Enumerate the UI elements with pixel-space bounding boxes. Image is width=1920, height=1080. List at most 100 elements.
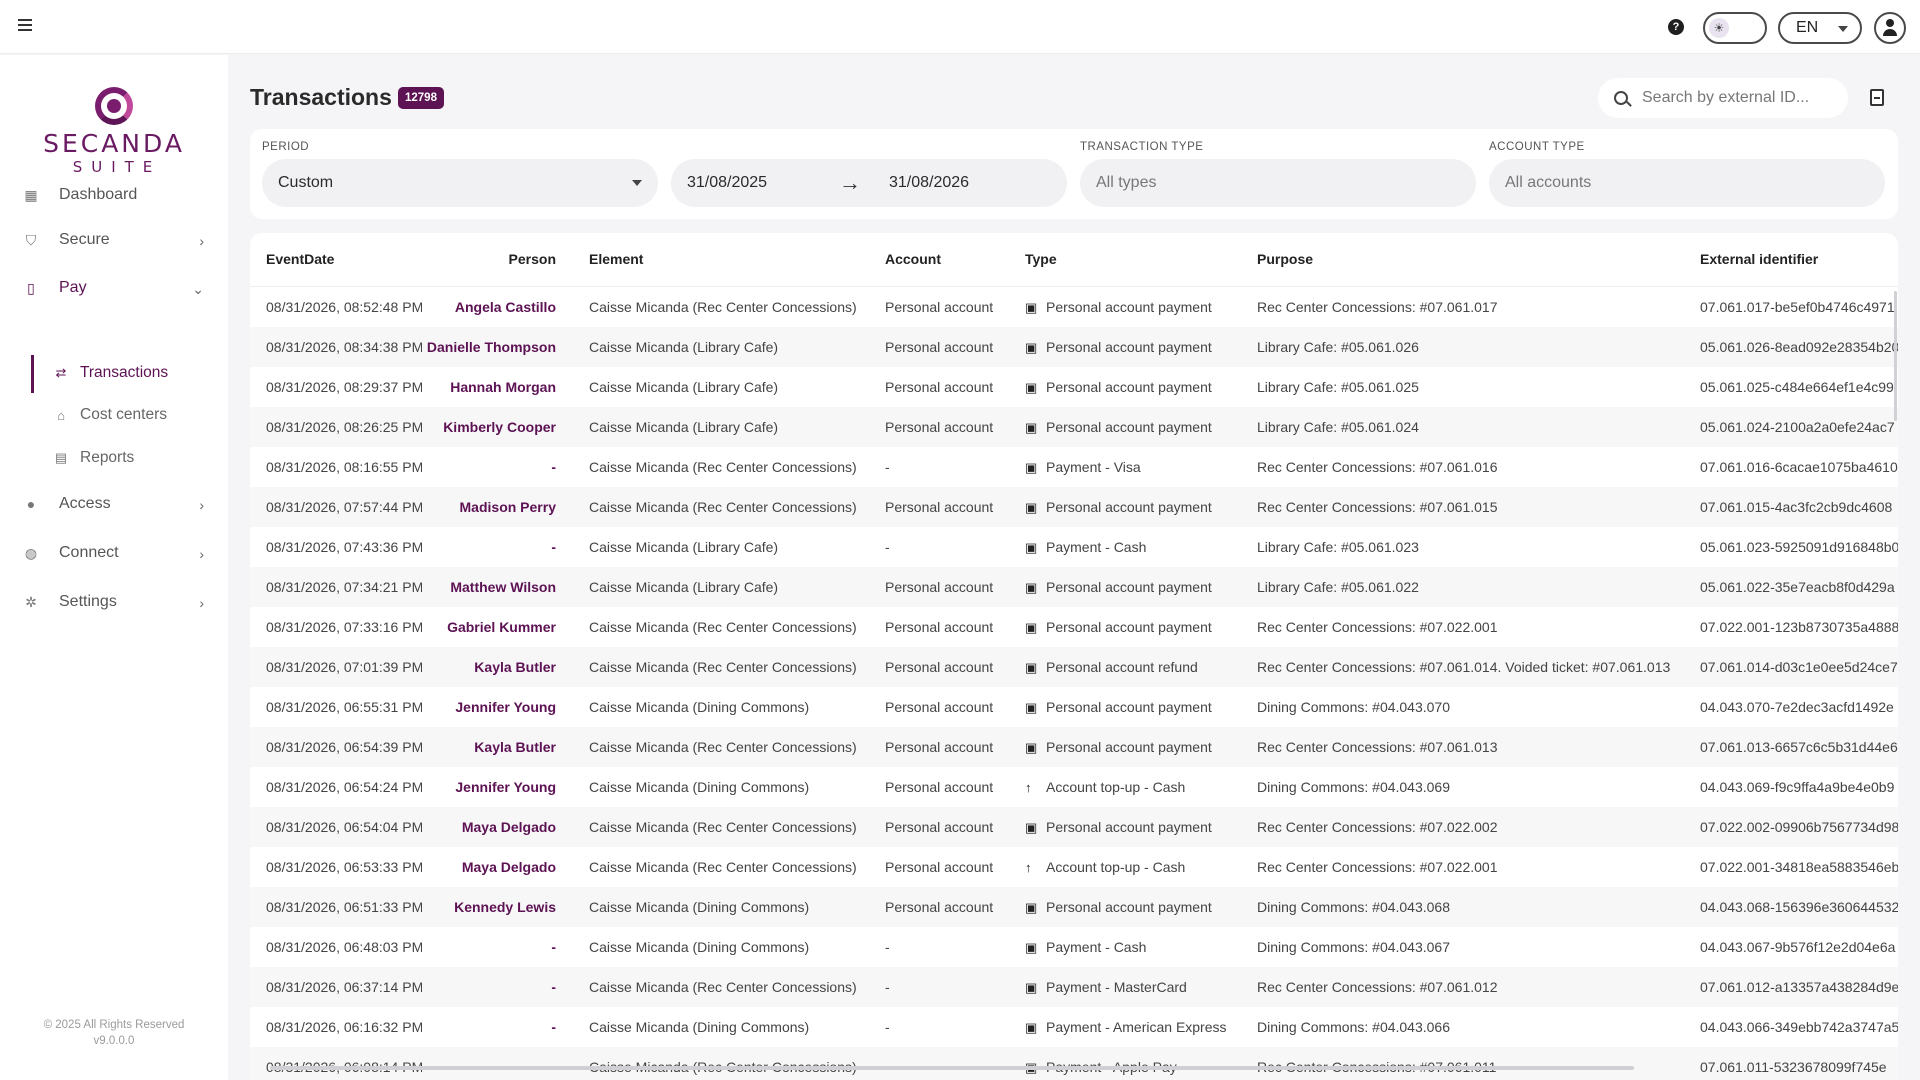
date-range-field[interactable]: 31/08/2025 → 31/08/2026 <box>671 159 1067 207</box>
sidebar-item-cost-centers[interactable]: ⌂ Cost centers <box>54 399 204 431</box>
table-row[interactable]: 08/31/2026, 06:48:03 PM - Caisse Micanda (… <box>250 927 1898 967</box>
column-header-external-identifier[interactable]: External identifier <box>1700 251 1818 267</box>
table-row[interactable]: 08/31/2026, 08:52:48 PM Angela Castillo Ca… <box>250 287 1898 327</box>
sidebar-item-pay[interactable]: ▯ Pay ⌄ <box>24 270 204 306</box>
cell-person[interactable]: Maya Delgado <box>400 819 556 835</box>
cell-person[interactable]: Kayla Butler <box>400 739 556 755</box>
horizontal-scrollbar[interactable] <box>270 1066 1634 1070</box>
cart-icon: ▣ <box>1025 340 1038 355</box>
report-icon: ▤ <box>54 450 68 465</box>
column-header-account[interactable]: Account <box>885 251 941 267</box>
cell-person[interactable]: Angela Castillo <box>400 299 556 315</box>
cell-person[interactable]: Matthew Wilson <box>400 579 556 595</box>
cell-person[interactable]: Hannah Morgan <box>400 379 556 395</box>
version-text: v9.0.0.0 <box>93 1035 135 1047</box>
table-row[interactable]: 08/31/2026, 06:08:14 PM-Caisse Micanda (… <box>250 1047 1898 1080</box>
cell-eventdate: 08/31/2026, 08:29:37 PM <box>266 379 422 395</box>
cell-person[interactable]: Kennedy Lewis <box>400 899 556 915</box>
table-row[interactable]: 08/31/2026, 08:26:25 PM Kimberly Cooper Ca… <box>250 407 1898 447</box>
cell-purpose: Rec Center Concessions: #07.061.012 <box>1257 979 1498 995</box>
table-row[interactable]: 08/31/2026, 07:43:36 PM - Caisse Micanda (… <box>250 527 1898 567</box>
sidebar-item-label: Access <box>59 495 111 512</box>
vertical-scrollbar[interactable] <box>1894 291 1897 421</box>
table-row[interactable]: 08/31/2026, 08:16:55 PM - Caisse Micanda (… <box>250 447 1898 487</box>
cell-person[interactable]: - <box>400 1019 556 1035</box>
search-box[interactable] <box>1598 78 1848 118</box>
help-icon[interactable]: ? <box>1668 19 1684 35</box>
cell-eventdate: 08/31/2026, 06:51:33 PM <box>266 899 422 915</box>
cell-eventdate: 08/31/2026, 06:53:33 PM <box>266 859 422 875</box>
cell-person[interactable]: Jennifer Young <box>400 779 556 795</box>
user-account-button[interactable] <box>1874 12 1906 44</box>
cell-person[interactable]: Jennifer Young <box>400 699 556 715</box>
cell-account: Personal account <box>885 659 994 675</box>
cell-type: ▣ Personal account payment <box>1025 339 1212 356</box>
sidebar-item-access[interactable]: ● Access › <box>24 486 204 522</box>
cell-eventdate: 08/31/2026, 06:16:32 PM <box>266 1019 422 1035</box>
table-row[interactable]: 08/31/2026, 07:34:21 PM Matthew Wilson Cai… <box>250 567 1898 607</box>
sidebar-item-reports[interactable]: ▤ Reports <box>54 442 204 474</box>
transactions-table: EventDate Person Element Account Type Pu… <box>250 233 1898 1080</box>
cell-account: Personal account <box>885 299 994 315</box>
brand-logo[interactable]: SECANDA SUITE <box>28 87 200 177</box>
cell-type-label: Payment - Visa <box>1046 459 1141 475</box>
cell-person[interactable]: Maya Delgado <box>400 859 556 875</box>
sidebar-item-secure[interactable]: ⛉ Secure › <box>24 222 204 258</box>
theme-toggle[interactable]: ☀ <box>1703 12 1767 44</box>
cell-purpose: Library Cafe: #05.061.026 <box>1257 339 1419 355</box>
column-header-eventdate[interactable]: EventDate <box>266 251 334 267</box>
cell-external-identifier: 05.061.024-2100a2a0efe24ac7 <box>1700 419 1895 435</box>
period-select[interactable]: Custom <box>262 159 658 207</box>
column-header-element[interactable]: Element <box>589 251 643 267</box>
cell-external-identifier: 07.022.002-09906b7567734d98 <box>1700 819 1898 835</box>
table-row[interactable]: 08/31/2026, 06:37:14 PM - Caisse Micanda (… <box>250 967 1898 1007</box>
table-row[interactable]: 08/31/2026, 06:51:33 PM Kennedy Lewis Cais… <box>250 887 1898 927</box>
menu-icon[interactable] <box>18 19 32 33</box>
cell-external-identifier: 04.043.069-f9c9ffa4a9be4e0b9 <box>1700 779 1895 795</box>
cell-eventdate: 08/31/2026, 06:54:04 PM <box>266 819 422 835</box>
export-icon[interactable] <box>1870 89 1884 106</box>
cell-purpose: Dining Commons: #04.043.069 <box>1257 779 1451 795</box>
cell-eventdate: 08/31/2026, 07:43:36 PM <box>266 539 422 555</box>
column-header-purpose[interactable]: Purpose <box>1257 251 1313 267</box>
cell-person[interactable]: - <box>400 979 556 995</box>
table-row[interactable]: 08/31/2026, 08:34:38 PM Danielle Thompson… <box>250 327 1898 367</box>
table-row[interactable]: 08/31/2026, 07:01:39 PM Kayla Butler Caiss… <box>250 647 1898 687</box>
cell-type: ▣ Personal account payment <box>1025 699 1212 716</box>
account-type-select[interactable]: All accounts <box>1489 159 1885 207</box>
sidebar-item-dashboard[interactable]: ▦ Dashboard <box>24 177 204 213</box>
sidebar-item-connect[interactable]: ◍ Connect › <box>24 535 204 571</box>
sidebar-item-transactions[interactable]: ⇄ Transactions <box>54 357 204 389</box>
cell-person[interactable]: Madison Perry <box>400 499 556 515</box>
table-row[interactable]: 08/31/2026, 08:29:37 PM Hannah Morgan Cais… <box>250 367 1898 407</box>
cell-person[interactable]: Kimberly Cooper <box>400 419 556 435</box>
cell-account: Personal account <box>885 339 994 355</box>
column-header-person[interactable]: Person <box>500 251 556 267</box>
cell-person[interactable]: - <box>400 939 556 955</box>
cell-person[interactable]: Kayla Butler <box>400 659 556 675</box>
cell-type: ▣ Payment - Cash <box>1025 939 1146 956</box>
cell-external-identifier: 07.022.001-34818ea5883546eb <box>1700 859 1898 875</box>
cell-person[interactable]: Danielle Thompson <box>400 339 556 355</box>
cell-person[interactable]: - <box>400 539 556 555</box>
table-row[interactable]: 08/31/2026, 06:53:33 PM Maya Delgado Caiss… <box>250 847 1898 887</box>
language-select[interactable]: EN <box>1778 12 1862 44</box>
search-input[interactable] <box>1642 89 1832 107</box>
table-row[interactable]: 08/31/2026, 06:54:39 PM Kayla Butler Caiss… <box>250 727 1898 767</box>
cell-external-identifier: 04.043.068-156396e360644532 <box>1700 899 1898 915</box>
table-row[interactable]: 08/31/2026, 07:57:44 PM Madison Perry Cais… <box>250 487 1898 527</box>
cell-account: Personal account <box>885 899 994 915</box>
cell-person[interactable]: - <box>400 459 556 475</box>
column-header-type[interactable]: Type <box>1025 251 1057 267</box>
transaction-type-select[interactable]: All types <box>1080 159 1476 207</box>
cart-icon: ▣ <box>1025 500 1038 515</box>
table-row[interactable]: 08/31/2026, 07:33:16 PM Gabriel Kummer Cai… <box>250 607 1898 647</box>
cell-element: Caisse Micanda (Rec Center Concessions) <box>589 299 857 315</box>
table-row[interactable]: 08/31/2026, 06:55:31 PM Jennifer Young Cai… <box>250 687 1898 727</box>
table-row[interactable]: 08/31/2026, 06:54:04 PM Maya Delgado Caiss… <box>250 807 1898 847</box>
table-row[interactable]: 08/31/2026, 06:54:24 PM Jennifer Young Cai… <box>250 767 1898 807</box>
table-row[interactable]: 08/31/2026, 06:16:32 PM - Caisse Micanda (… <box>250 1007 1898 1047</box>
cell-element: Caisse Micanda (Dining Commons) <box>589 899 810 915</box>
cell-person[interactable]: Gabriel Kummer <box>400 619 556 635</box>
sidebar-item-settings[interactable]: ✲ Settings › <box>24 584 204 620</box>
